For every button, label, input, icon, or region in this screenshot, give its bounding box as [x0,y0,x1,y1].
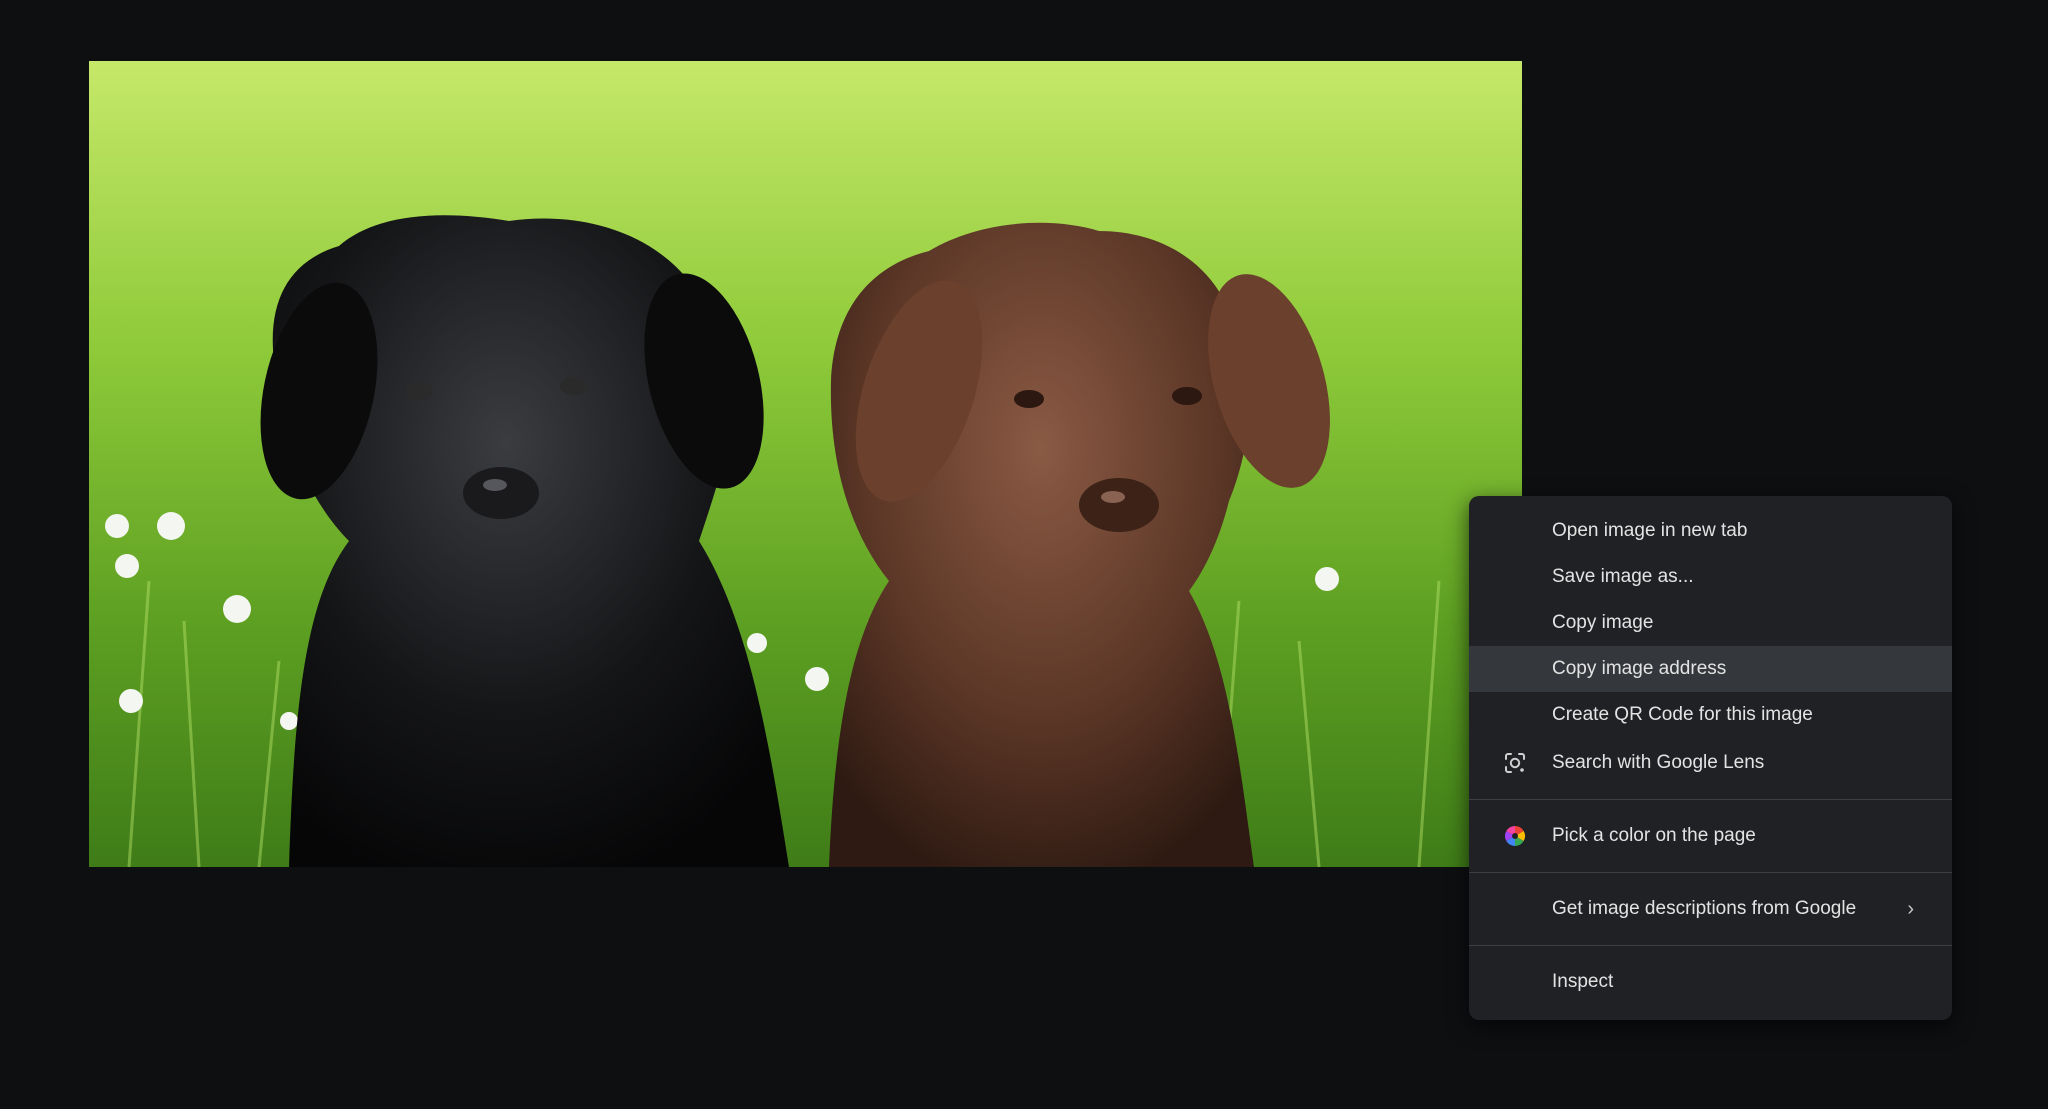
menu-item-label: Search with Google Lens [1552,752,1765,773]
menu-separator [1469,945,1952,946]
pick-a-color-item[interactable]: Pick a color on the page [1469,811,1952,861]
puppies-photo[interactable] [89,61,1522,867]
save-image-as-item[interactable]: Save image as... [1469,554,1952,600]
search-with-google-lens-item[interactable]: Search with Google Lens [1469,738,1952,788]
menu-item-label: Copy image address [1552,658,1727,679]
menu-item-label: Create QR Code for this image [1552,704,1813,725]
color-picker-icon [1503,824,1527,848]
open-image-in-new-tab-item[interactable]: Open image in new tab [1469,508,1952,554]
browser-page: Open image in new tab Save image as... C… [0,0,2048,1109]
menu-item-label: Inspect [1552,971,1614,992]
menu-item-label: Save image as... [1552,566,1694,587]
create-qr-code-item[interactable]: Create QR Code for this image [1469,692,1952,738]
menu-item-label: Copy image [1552,612,1654,633]
puppies-photo-art [89,61,1522,867]
menu-separator [1469,872,1952,873]
menu-item-label: Pick a color on the page [1552,825,1756,846]
copy-image-item[interactable]: Copy image [1469,600,1952,646]
get-image-descriptions-item[interactable]: Get image descriptions from Google › [1469,884,1952,934]
copy-image-address-item[interactable]: Copy image address [1469,646,1952,692]
menu-item-label: Get image descriptions from Google [1552,898,1857,919]
google-lens-icon [1503,751,1527,775]
chevron-right-icon: › [1907,898,1914,920]
image-context-menu: Open image in new tab Save image as... C… [1469,496,1952,1020]
menu-item-label: Open image in new tab [1552,520,1748,541]
inspect-item[interactable]: Inspect [1469,957,1952,1007]
menu-separator [1469,799,1952,800]
